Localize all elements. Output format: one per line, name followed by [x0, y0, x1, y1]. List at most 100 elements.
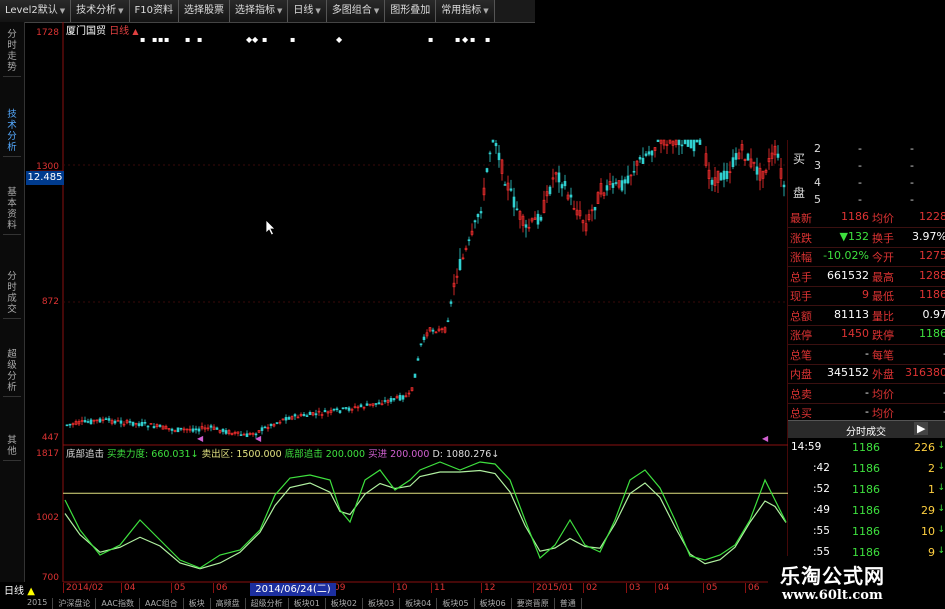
- event-marker-icon[interactable]: ▪: [158, 35, 163, 44]
- candle: [194, 428, 198, 431]
- orderbook-volume: -: [910, 159, 914, 172]
- event-marker-icon[interactable]: ▪: [290, 35, 295, 44]
- candle: [647, 151, 651, 155]
- event-marker-icon[interactable]: ▪: [185, 35, 190, 44]
- bottom-tab[interactable]: AAC指数: [96, 598, 140, 609]
- candle: [68, 423, 72, 426]
- bottom-tab[interactable]: 要资晋原: [512, 598, 555, 609]
- down-arrow-icon: ↓: [937, 504, 945, 514]
- bottom-tab[interactable]: 板块: [184, 598, 211, 609]
- bottom-tab[interactable]: 板块06: [475, 598, 512, 609]
- candle: [476, 213, 480, 218]
- indicator-param: D: 1080.276↓: [432, 449, 500, 460]
- candle: [383, 400, 387, 402]
- trades-title[interactable]: 分时成交: [846, 423, 886, 438]
- candle: [323, 410, 327, 413]
- quote-row: 总笔-每笔-: [788, 347, 945, 365]
- quote-value: 1288: [919, 268, 945, 282]
- trade-volume: 1: [928, 483, 935, 496]
- event-marker-icon[interactable]: ▪: [152, 35, 157, 44]
- event-marker-icon[interactable]: ▪: [140, 35, 145, 44]
- candle: [128, 421, 132, 423]
- event-marker-icon[interactable]: ◆: [336, 35, 343, 44]
- quote-value: 1275: [919, 249, 945, 262]
- candle: [698, 139, 702, 145]
- event-marker-icon[interactable]: ◆: [462, 35, 469, 44]
- candle: [686, 139, 690, 147]
- bottom-tab[interactable]: 板块02: [326, 598, 363, 609]
- quote-key: 外盘: [872, 368, 894, 381]
- event-marker-icon[interactable]: ▪: [470, 35, 475, 44]
- candle: [677, 139, 681, 146]
- candle: [593, 206, 597, 211]
- candle: [614, 182, 618, 184]
- candle: [539, 216, 543, 221]
- candle: [473, 220, 477, 223]
- trade-row: :55 1186 10 ↓: [788, 525, 945, 543]
- candle: [488, 152, 492, 155]
- bottom-tab[interactable]: 板块03: [363, 598, 401, 609]
- bottom-tab[interactable]: 板块04: [400, 598, 438, 609]
- quote-row: 内盘 345152 外盘 316380: [788, 366, 945, 384]
- quote-key: 最低: [872, 290, 894, 303]
- candle: [431, 329, 435, 332]
- down-arrow-icon: ↓: [937, 441, 945, 451]
- indicator-k-line: [64, 461, 787, 569]
- candle: [104, 418, 108, 420]
- candle: [632, 170, 636, 173]
- candle: [341, 407, 345, 410]
- candle: [560, 184, 564, 189]
- time-axis-label: 03: [626, 583, 640, 593]
- bottom-tab[interactable]: 沪深盘论: [53, 598, 97, 609]
- trade-time: :49: [813, 504, 830, 516]
- candle: [734, 153, 738, 160]
- indicator-param: 底部追击 200.000: [284, 449, 366, 460]
- candle: [260, 427, 264, 431]
- quote-key: 总卖: [790, 387, 812, 401]
- orderbook-price: -: [858, 193, 862, 206]
- bottom-tab[interactable]: AAC组合: [140, 598, 184, 609]
- event-marker-icon[interactable]: ▪: [428, 35, 433, 44]
- period-label[interactable]: 日线: [109, 26, 129, 37]
- bottom-tab[interactable]: 板块01: [289, 598, 326, 609]
- indicator-axis-label: 1002: [36, 513, 59, 523]
- quote-value: 316380: [905, 366, 945, 379]
- chevron-down-icon[interactable]: ▲: [132, 27, 138, 36]
- event-marker-icon[interactable]: ▪: [262, 35, 267, 44]
- event-marker-icon[interactable]: ▪: [164, 35, 169, 44]
- candle: [692, 139, 696, 152]
- bottom-tab[interactable]: 板块05: [437, 598, 475, 609]
- indicator-title[interactable]: 底部追击: [66, 449, 104, 460]
- daily-label[interactable]: 日线 ▲: [4, 582, 35, 597]
- quote-value: 345152: [827, 366, 869, 379]
- quote-key: 涨停: [790, 329, 812, 342]
- event-marker-icon[interactable]: ▪: [455, 35, 460, 44]
- watermark: 乐淘公式网 www.60lt.com: [768, 556, 945, 609]
- bottom-tab[interactable]: 高频盘: [211, 598, 246, 609]
- candle: [215, 427, 219, 430]
- orderbook-volume: -: [910, 176, 914, 189]
- bottom-tab[interactable]: 普通: [555, 598, 582, 609]
- orderbook-side-label: 买盘: [793, 152, 806, 200]
- event-marker-icon[interactable]: ▪: [485, 35, 490, 44]
- bottom-tab[interactable]: 2015: [22, 598, 54, 609]
- time-axis-label: 05: [703, 583, 717, 593]
- bottom-tab[interactable]: 超级分析: [246, 598, 289, 609]
- quote-row: 涨停 1450 跌停 1186: [788, 327, 945, 345]
- time-axis-label: 06: [745, 583, 759, 593]
- indicator-d-line: [64, 469, 787, 570]
- stock-name: 厦门国贸: [66, 26, 106, 37]
- quote-key: 跌停: [872, 329, 894, 342]
- trade-row: 14:59 1186 226 ↓: [788, 441, 945, 459]
- time-axis-label: 2015/01: [533, 583, 573, 593]
- trade-row: :42 1186 2 ↓: [788, 462, 945, 480]
- candle: [449, 301, 453, 304]
- time-axis-label: 02: [583, 583, 597, 593]
- event-marker-icon[interactable]: ◆: [252, 35, 259, 44]
- indicator-param: 买进 200.000: [368, 449, 430, 460]
- chevron-right-icon[interactable]: ▶: [914, 422, 929, 435]
- event-marker-icon[interactable]: ▪: [197, 35, 202, 44]
- candle: [308, 412, 312, 416]
- quote-key: 均价: [872, 212, 894, 225]
- candle: [239, 434, 243, 436]
